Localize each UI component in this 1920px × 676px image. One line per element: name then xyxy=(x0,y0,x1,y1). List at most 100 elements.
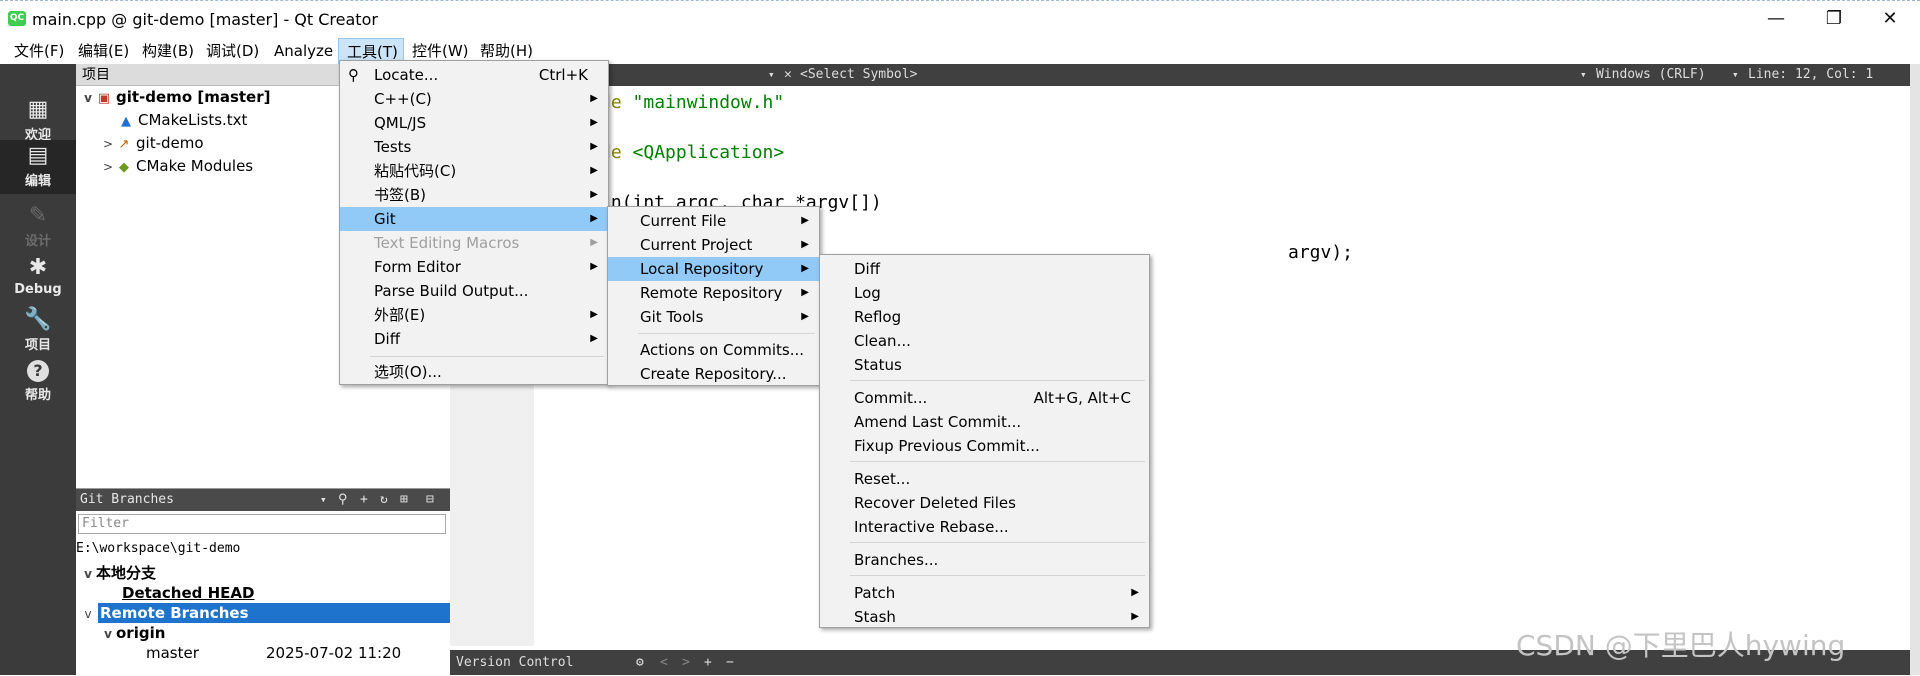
menu-item-local-repository[interactable]: Local Repository ▶ xyxy=(608,257,819,281)
dropdown-icon[interactable]: ▾ xyxy=(768,64,775,86)
split-icon[interactable]: ⊞ xyxy=(400,489,408,511)
menu-item-patch[interactable]: Patch ▶ xyxy=(820,581,1149,605)
chevron-right-icon[interactable]: > xyxy=(100,156,116,179)
version-control-tab[interactable]: Version Control xyxy=(456,650,573,675)
branch-detached-head[interactable]: Detached HEAD xyxy=(122,583,254,603)
minimize-button[interactable]: — xyxy=(1756,7,1796,31)
search-icon: ⚲ xyxy=(348,66,359,84)
menu-item-options[interactable]: 选项(O)... xyxy=(340,360,608,384)
mode-welcome[interactable]: ▦ 欢迎 xyxy=(0,94,76,146)
dropdown-icon[interactable]: ▾ xyxy=(1580,64,1587,86)
code-line: de <QApplication> xyxy=(600,142,785,163)
menu-item-reflog[interactable]: Reflog xyxy=(820,305,1149,329)
mode-projects[interactable]: 🔧 项目 xyxy=(0,304,76,356)
scrollbar[interactable] xyxy=(1910,64,1920,675)
menu-item-amend-last-commit[interactable]: Amend Last Commit... xyxy=(820,410,1149,434)
tree-item-git-demo[interactable]: > ↗ git-demo xyxy=(100,132,204,155)
menu-item-locate[interactable]: ⚲ Locate... Ctrl+K xyxy=(340,63,608,87)
menu-item-clean[interactable]: Clean... xyxy=(820,329,1149,353)
menu-item-stash[interactable]: Stash ▶ xyxy=(820,605,1149,629)
mode-label: 项目 xyxy=(24,338,51,353)
menu-item-diff[interactable]: Diff ▶ xyxy=(340,327,608,351)
chevron-down-icon[interactable]: v xyxy=(80,604,96,624)
menu-item-commit[interactable]: Commit... Alt+G, Alt+C xyxy=(820,386,1149,410)
remote-origin[interactable]: v origin xyxy=(100,623,165,643)
repo-path: E:\workspace\git-demo xyxy=(76,541,241,556)
menu-item-interactive-rebase[interactable]: Interactive Rebase... xyxy=(820,515,1149,539)
menu-item-fixup-previous-commit[interactable]: Fixup Previous Commit... xyxy=(820,434,1149,458)
filter-icon[interactable]: ⚲ xyxy=(338,489,348,511)
menu-item-remote-repository[interactable]: Remote Repository ▶ xyxy=(608,281,819,305)
menu-item-diff[interactable]: Diff xyxy=(820,257,1149,281)
menu-item-git[interactable]: Git ▶ xyxy=(340,207,608,231)
menu-separator xyxy=(850,380,1145,381)
menu-item-form-editor[interactable]: Form Editor ▶ xyxy=(340,255,608,279)
add-icon[interactable]: + xyxy=(360,489,368,511)
tree-item-cmakelists[interactable]: ▲ CMakeLists.txt xyxy=(118,109,247,132)
pencil-icon: ✎ xyxy=(28,203,48,228)
menu-item-cpp[interactable]: C++(C) ▶ xyxy=(340,87,608,111)
mode-help[interactable]: ? 帮助 xyxy=(0,356,76,408)
chevron-right-icon[interactable]: > xyxy=(100,133,116,156)
menu-item-create-repository[interactable]: Create Repository... xyxy=(608,362,819,386)
menu-debug[interactable]: 调试(D) xyxy=(198,38,267,64)
submenu-arrow-icon: ▶ xyxy=(801,263,809,274)
close-document-icon[interactable]: ✕ xyxy=(784,64,792,86)
edit-icon: ▤ xyxy=(27,143,49,168)
git-branches-panel: Git Branches ▾ ⚲ + ↻ ⊞ ⊟ Filter E:\works… xyxy=(76,488,450,676)
code-line: de "mainwindow.h" xyxy=(600,92,785,113)
menu-item-paste-code[interactable]: 粘贴代码(C) ▶ xyxy=(340,159,608,183)
menu-build[interactable]: 构建(B) xyxy=(134,38,202,64)
maximize-button[interactable]: ❐ xyxy=(1814,7,1854,31)
remove-icon[interactable]: − xyxy=(726,650,734,675)
menu-item-status[interactable]: Status xyxy=(820,353,1149,377)
cursor-position: Line: 12, Col: 1 xyxy=(1748,67,1874,82)
close-button[interactable]: ✕ xyxy=(1870,7,1910,31)
git-branches-title: Git Branches xyxy=(80,492,174,507)
dropdown-icon[interactable]: ▾ xyxy=(320,489,327,511)
menu-separator xyxy=(370,356,604,357)
menu-item-reset[interactable]: Reset... xyxy=(820,467,1149,491)
chevron-down-icon[interactable]: v xyxy=(80,87,96,110)
local-branches-group[interactable]: v 本地分支 xyxy=(80,563,156,583)
menu-item-recover-deleted-files[interactable]: Recover Deleted Files xyxy=(820,491,1149,515)
branch-filter-input[interactable]: Filter xyxy=(78,514,446,534)
menu-item-branches[interactable]: Branches... xyxy=(820,548,1149,572)
menu-edit[interactable]: 编辑(E) xyxy=(70,38,137,64)
close-panel-icon[interactable]: ⊟ xyxy=(426,489,434,511)
submenu-arrow-icon: ▶ xyxy=(1131,611,1139,622)
menu-item-qmljs[interactable]: QML/JS ▶ xyxy=(340,111,608,135)
menu-item-current-project[interactable]: Current Project ▶ xyxy=(608,233,819,257)
dropdown-icon[interactable]: ▾ xyxy=(1732,64,1739,86)
mode-design[interactable]: ✎ 设计 xyxy=(0,200,76,252)
menu-item-actions-on-commits[interactable]: Actions on Commits... xyxy=(608,338,819,362)
mode-edit[interactable]: ▤ 编辑 xyxy=(0,140,76,194)
menu-item-parse-build-output[interactable]: Parse Build Output... xyxy=(340,279,608,303)
menu-item-git-tools[interactable]: Git Tools ▶ xyxy=(608,305,819,329)
symbol-selector[interactable]: <Select Symbol> xyxy=(800,64,917,86)
menu-item-external[interactable]: 外部(E) ▶ xyxy=(340,303,608,327)
remote-branches-group[interactable]: v Remote Branches xyxy=(76,603,450,623)
menu-item-log[interactable]: Log xyxy=(820,281,1149,305)
menu-item-tests[interactable]: Tests ▶ xyxy=(340,135,608,159)
chevron-right-icon[interactable]: > xyxy=(682,650,690,675)
line-ending-selector[interactable]: Windows (CRLF) xyxy=(1596,64,1706,86)
chevron-left-icon[interactable]: < xyxy=(660,650,668,675)
refresh-icon[interactable]: ↻ xyxy=(380,489,388,511)
submenu-arrow-icon: ▶ xyxy=(590,141,598,152)
mode-debug[interactable]: ✱ Debug xyxy=(0,252,76,304)
menu-separator xyxy=(850,575,1145,576)
cmake-file-icon: ▲ xyxy=(121,114,131,129)
menu-item-bookmarks[interactable]: 书签(B) ▶ xyxy=(340,183,608,207)
settings-icon[interactable]: ⚙ xyxy=(636,650,644,675)
add-icon[interactable]: + xyxy=(704,650,712,675)
menu-item-current-file[interactable]: Current File ▶ xyxy=(608,209,819,233)
menu-analyze[interactable]: Analyze xyxy=(266,38,341,64)
menu-file[interactable]: 文件(F) xyxy=(6,38,72,64)
branch-master[interactable]: master xyxy=(146,643,199,663)
tree-item-project[interactable]: v ▣ git-demo [master] xyxy=(80,86,270,109)
chevron-down-icon[interactable]: v xyxy=(80,564,96,584)
tree-item-cmake-modules[interactable]: > ◆ CMake Modules xyxy=(100,155,253,178)
editor-toolbar: ▾ ✕ <Select Symbol> ▾ Windows (CRLF) ▾ L… xyxy=(450,64,1910,86)
chevron-down-icon[interactable]: v xyxy=(100,624,116,644)
